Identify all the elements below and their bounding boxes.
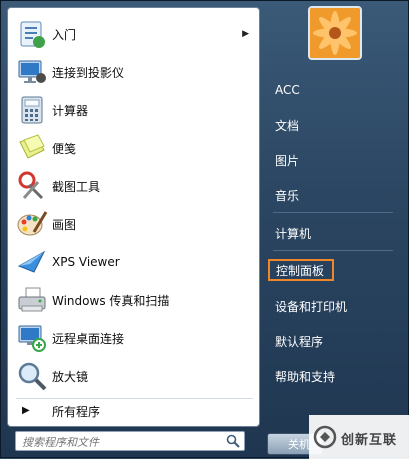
program-item-calculator[interactable]: 计算器: [8, 92, 259, 128]
all-programs-button[interactable]: ▶ 所有程序: [8, 400, 259, 422]
right-item-user[interactable]: ACC: [271, 79, 393, 101]
right-item-pictures[interactable]: 图片: [271, 149, 393, 171]
program-label: 画图: [52, 217, 77, 232]
snipping-tool-icon: [18, 171, 44, 200]
magnifier-icon: [18, 362, 47, 391]
watermark-text: 创新互联: [341, 433, 398, 448]
start-menu: 入门 ▶ 连接到投影仪 计算器 便笺 截图工具 画图 XPS Viewer Wi…: [0, 0, 409, 459]
flower-picture-icon: [310, 8, 360, 58]
program-label: 便笺: [52, 141, 77, 156]
program-label: Windows 传真和扫描: [52, 293, 170, 308]
projector-icon: [18, 60, 46, 83]
brand-logo-icon: [313, 425, 337, 449]
programs-pane: 入门 ▶ 连接到投影仪 计算器 便笺 截图工具 画图 XPS Viewer Wi…: [7, 7, 260, 427]
calculator-icon: [21, 96, 43, 124]
right-item-control-panel[interactable]: 控制面板: [268, 259, 334, 281]
program-item-sticky-notes[interactable]: 便笺: [8, 130, 259, 166]
program-item-fax-scan[interactable]: Windows 传真和扫描: [8, 282, 259, 318]
right-item-devices-printers[interactable]: 设备和打印机: [271, 295, 393, 317]
sticky-notes-icon: [19, 134, 45, 159]
program-item-xps-viewer[interactable]: XPS Viewer: [8, 244, 259, 280]
user-avatar[interactable]: [308, 6, 362, 60]
program-label: 放大镜: [52, 369, 89, 384]
program-label: 截图工具: [52, 179, 101, 194]
jump-list-arrow-icon[interactable]: ▶: [242, 29, 249, 39]
search-box[interactable]: [15, 431, 245, 451]
divider: [273, 250, 393, 251]
right-item-help-support[interactable]: 帮助和支持: [271, 365, 393, 387]
search-input[interactable]: [20, 433, 220, 451]
program-label: XPS Viewer: [52, 255, 120, 269]
program-label: 远程桌面连接: [52, 331, 125, 346]
watermark: 创新互联: [309, 415, 409, 459]
program-label: 连接到投影仪: [52, 65, 125, 80]
paint-icon: [17, 211, 48, 236]
right-item-music[interactable]: 音乐: [271, 184, 393, 206]
program-item-snipping-tool[interactable]: 截图工具: [8, 168, 259, 204]
right-item-default-programs[interactable]: 默认程序: [271, 330, 393, 352]
all-programs-label: 所有程序: [52, 404, 101, 419]
fax-scan-icon: [18, 287, 46, 312]
remote-desktop-icon: [18, 325, 46, 352]
divider: [16, 398, 253, 399]
right-item-documents[interactable]: 文档: [271, 114, 393, 136]
program-item-magnifier[interactable]: 放大镜: [8, 358, 259, 394]
program-label: 计算器: [52, 103, 89, 118]
program-item-projector[interactable]: 连接到投影仪: [8, 54, 259, 90]
program-item-paint[interactable]: 画图: [8, 206, 259, 242]
triangle-right-icon: ▶: [22, 405, 30, 416]
program-label: 入门: [52, 27, 77, 42]
right-item-computer[interactable]: 计算机: [271, 222, 393, 244]
search-icon[interactable]: [226, 434, 240, 448]
xps-viewer-icon: [17, 250, 46, 273]
getting-started-icon: [20, 21, 45, 48]
divider: [273, 212, 393, 213]
program-item-remote-desktop[interactable]: 远程桌面连接: [8, 320, 259, 356]
program-item-getting-started[interactable]: 入门 ▶: [8, 16, 259, 52]
